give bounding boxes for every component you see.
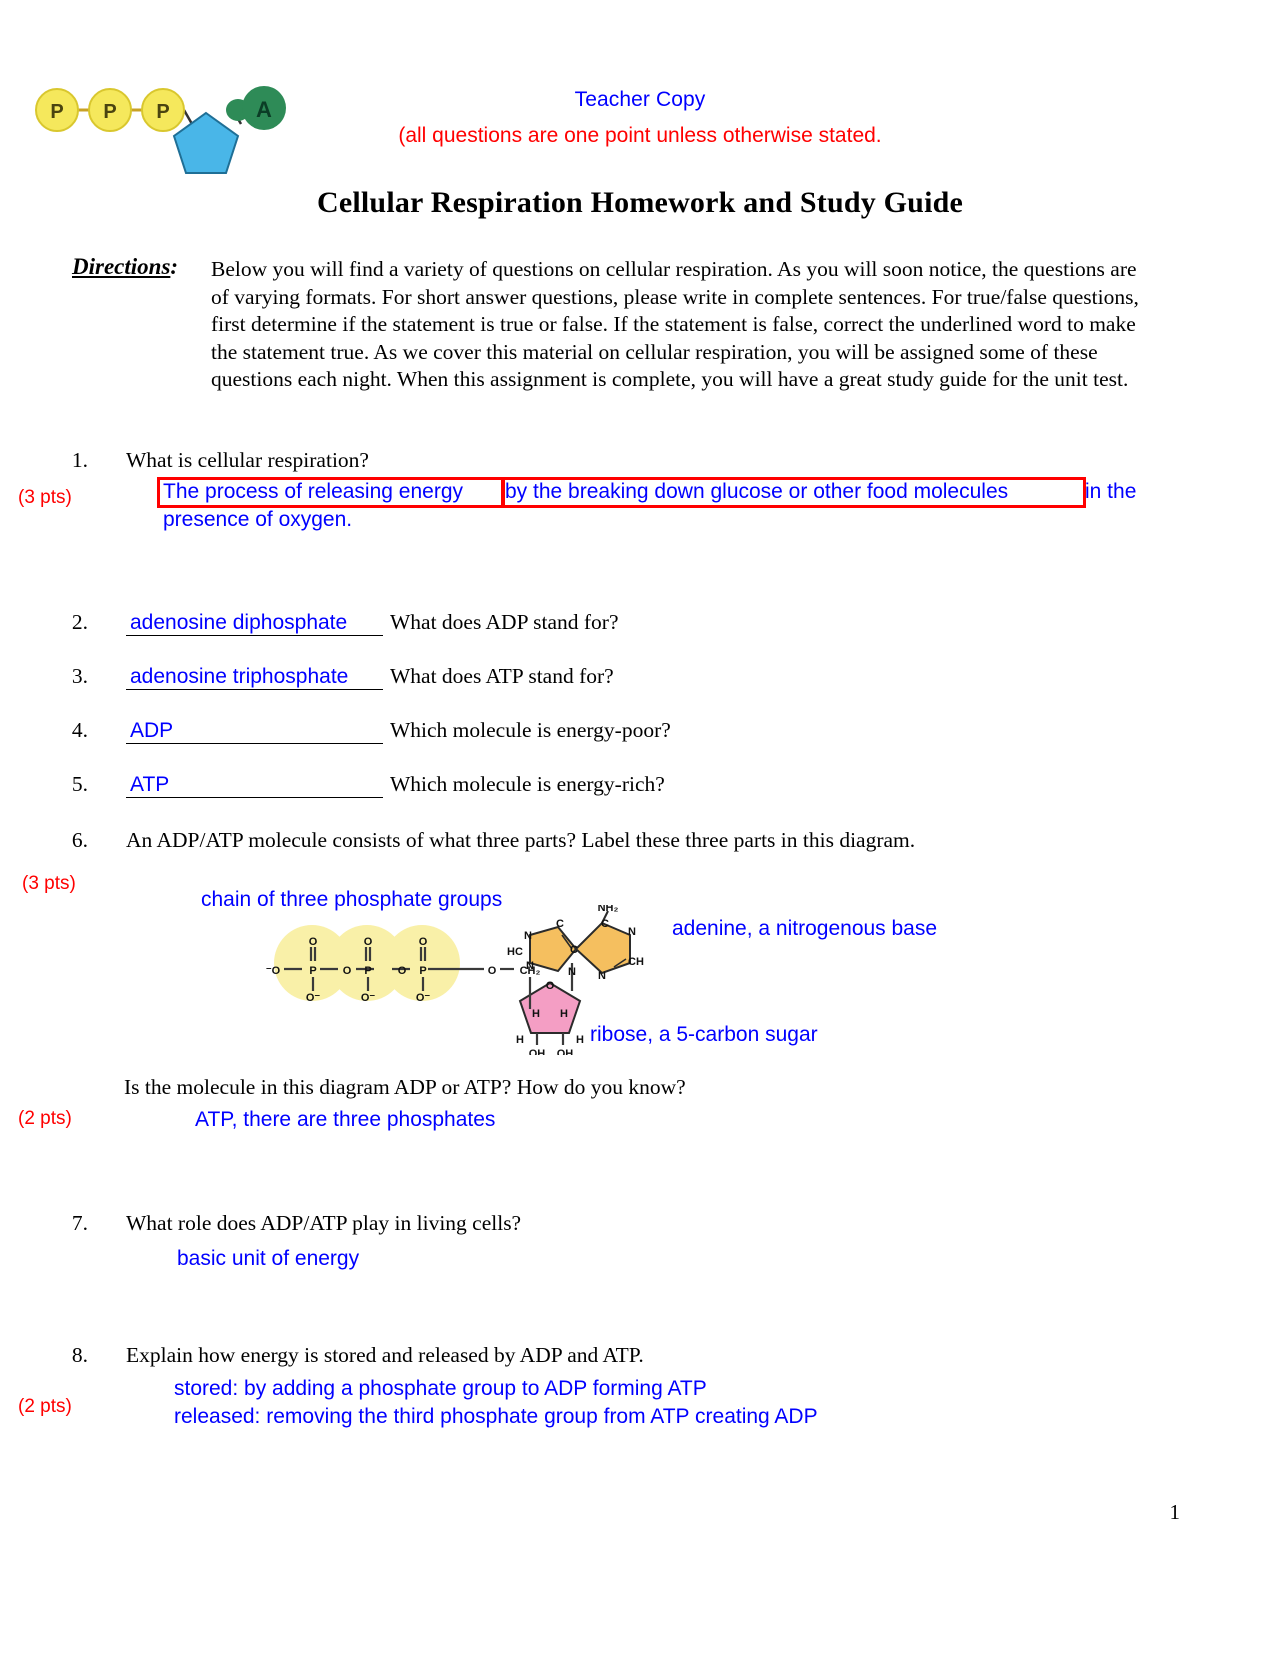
svg-text:OH: OH — [529, 1048, 546, 1055]
question-7-number: 7. — [71, 1211, 88, 1235]
svg-text:H: H — [576, 1034, 584, 1046]
svg-text:OH: OH — [557, 1048, 574, 1055]
points-note: (all questions are one point unless othe… — [398, 124, 882, 147]
question-8-points: (2 pts) — [18, 1396, 72, 1417]
svg-text:O: O — [419, 936, 428, 948]
svg-text:N: N — [598, 970, 606, 982]
svg-text:H: H — [532, 1008, 540, 1020]
question-1-points: (3 pts) — [18, 487, 72, 508]
question-1-answer-segment-2: by the breaking down glucose or other fo… — [505, 480, 1009, 503]
svg-text:O: O — [364, 936, 373, 948]
page-title: Cellular Respiration Homework and Study … — [316, 186, 964, 219]
question-3-answer-blank[interactable]: adenosine triphosphate — [126, 665, 383, 690]
svg-text:O⁻: O⁻ — [361, 992, 376, 1004]
page-number: 1 — [1169, 1500, 1181, 1524]
directions-label: Directions: — [72, 254, 178, 280]
svg-text:P: P — [364, 965, 371, 977]
question-1-answer-line-2: presence of oxygen. — [163, 508, 353, 531]
question-6-text: An ADP/ATP molecule consists of what thr… — [126, 828, 916, 852]
question-1-answer-segment-3: in the — [1085, 480, 1137, 503]
question-2-text: What does ADP stand for? — [390, 610, 619, 634]
question-5-number: 5. — [71, 772, 88, 796]
svg-text:N: N — [524, 930, 532, 942]
svg-text:P: P — [419, 965, 426, 977]
adenine-ring — [529, 910, 631, 975]
question-6-sub-points: (2 pts) — [18, 1108, 72, 1129]
diagram-label-adenine: adenine, a nitrogenous base — [672, 917, 938, 940]
question-2-answer-blank[interactable]: adenosine diphosphate — [126, 611, 383, 636]
svg-text:O: O — [309, 936, 318, 948]
question-4-text: Which molecule is energy-poor? — [390, 718, 671, 742]
question-3-text: What does ATP stand for? — [390, 664, 614, 688]
question-7-text: What role does ADP/ATP play in living ce… — [126, 1211, 522, 1235]
question-3-number: 3. — [71, 664, 88, 688]
question-1-answer-segment-1: The process of releasing energy — [163, 480, 463, 503]
svg-text:O⁻: O⁻ — [416, 992, 431, 1004]
svg-text:P: P — [309, 965, 316, 977]
question-1-text: What is cellular respiration? — [126, 448, 369, 472]
svg-text:C: C — [570, 944, 578, 956]
svg-text:O: O — [546, 980, 555, 992]
svg-text:HC: HC — [507, 946, 523, 958]
question-5-text: Which molecule is energy-rich? — [390, 772, 665, 796]
svg-text:O: O — [343, 965, 352, 977]
svg-text:O⁻: O⁻ — [306, 992, 321, 1004]
question-6-sub-answer: ATP, there are three phosphates — [195, 1108, 496, 1131]
svg-text:C: C — [556, 918, 564, 930]
svg-text:O: O — [488, 965, 497, 977]
svg-text:N: N — [628, 926, 636, 938]
question-7-answer: basic unit of energy — [177, 1247, 360, 1270]
question-5-answer-blank[interactable]: ATP — [126, 773, 383, 798]
question-6-number: 6. — [71, 828, 88, 852]
question-8-answer-line-2: released: removing the third phosphate g… — [174, 1405, 818, 1428]
question-6-sub-question: Is the molecule in this diagram ADP or A… — [124, 1075, 686, 1099]
question-8-text: Explain how energy is stored and release… — [126, 1343, 644, 1367]
svg-text:N: N — [568, 966, 576, 978]
svg-text:H: H — [516, 1034, 524, 1046]
svg-text:⁻O: ⁻O — [266, 965, 281, 977]
svg-text:N: N — [526, 960, 534, 972]
question-1-number: 1. — [71, 448, 88, 472]
svg-text:H: H — [560, 1008, 568, 1020]
question-2-number: 2. — [71, 610, 88, 634]
teacher-copy-label: Teacher Copy — [574, 88, 706, 111]
atp-structure-diagram: ⁻O P O P O P O CH₂ O O O O⁻ O⁻ O⁻ O H H … — [262, 902, 682, 1060]
svg-text:O: O — [398, 965, 407, 977]
svg-text:C: C — [601, 918, 609, 930]
question-8-answer-line-1: stored: by adding a phosphate group to A… — [174, 1377, 707, 1400]
svg-text:NH₂: NH₂ — [598, 905, 619, 914]
directions-label-colon: : — [170, 254, 179, 279]
question-8-number: 8. — [71, 1343, 88, 1367]
question-6-points: (3 pts) — [22, 873, 76, 894]
document-page: A P P P Teacher Copy (all questions are … — [0, 0, 1280, 1656]
directions-body: Below you will find a variety of questio… — [211, 257, 1139, 392]
question-4-number: 4. — [71, 718, 88, 742]
directions-label-word: Directions — [72, 254, 171, 279]
svg-text:CH: CH — [628, 956, 644, 968]
question-4-answer-blank[interactable]: ADP — [126, 719, 383, 744]
